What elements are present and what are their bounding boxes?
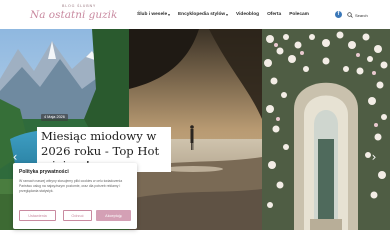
- search-label[interactable]: Search: [355, 13, 368, 18]
- cookie-title: Polityka prywatności: [19, 169, 69, 175]
- nav-item-videoblog[interactable]: Videoblog: [236, 12, 259, 17]
- slide-image-rose-arch[interactable]: [262, 29, 390, 230]
- chevron-right-icon[interactable]: ›: [369, 150, 379, 164]
- nav-item-label: Polecam: [289, 12, 309, 17]
- nav-item-label: Oferta: [267, 12, 282, 17]
- nav-item-slub-i-wesele[interactable]: Ślub i wesele ▾: [137, 12, 170, 17]
- chevron-left-icon[interactable]: ‹: [10, 150, 20, 164]
- chevron-down-icon: ▾: [168, 12, 170, 17]
- chevron-down-icon: ▾: [226, 12, 228, 17]
- cookie-buttons: Ustawienia Odrzuć Akceptuję: [19, 210, 131, 221]
- cookie-accept-button[interactable]: Akceptuję: [96, 210, 131, 221]
- site-header: BLOG ŚLUBNY Na ostatni guzik Ślub i wese…: [0, 0, 390, 29]
- nav-item-label: Ślub i wesele: [137, 12, 168, 17]
- nav-item-label: Videoblog: [235, 12, 260, 17]
- nav-item-oferta[interactable]: Oferta: [267, 12, 281, 17]
- logo-tagline: BLOG ŚLUBNY: [62, 4, 96, 8]
- cookie-settings-button[interactable]: Ustawienia: [19, 210, 56, 221]
- facebook-icon[interactable]: f: [335, 11, 342, 18]
- post-date-badge: 4 Maja 2026: [41, 114, 68, 121]
- site-logo[interactable]: BLOG ŚLUBNY Na ostatni guzik: [30, 2, 117, 28]
- cookie-reject-button[interactable]: Odrzuć: [63, 210, 92, 221]
- nav-item-encyklopedia-stylow[interactable]: Encyklopedia stylów ▾: [178, 12, 228, 17]
- cookie-consent-dialog: Polityka prywatności W ramach naszej wit…: [13, 163, 137, 229]
- search-icon[interactable]: [347, 11, 353, 18]
- logo-name: Na ostatni guzik: [30, 9, 118, 21]
- cookie-body-text: W ramach naszej witryny stosujemy pliki …: [19, 179, 123, 193]
- nav-item-label: Encyklopedia stylów: [177, 12, 226, 17]
- main-nav: Ślub i wesele ▾ Encyklopedia stylów ▾ Vi…: [137, 12, 317, 17]
- nav-item-polecam[interactable]: Polecam: [289, 12, 309, 17]
